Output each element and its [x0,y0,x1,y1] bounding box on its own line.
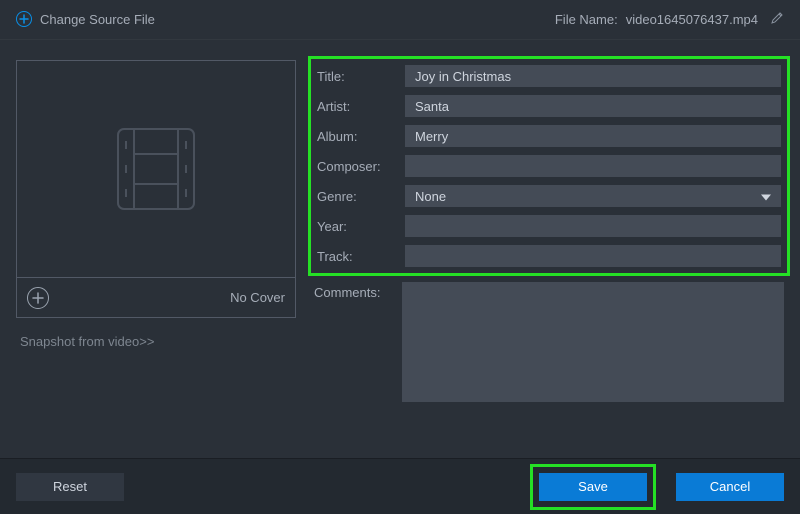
save-highlight: Save [530,464,656,510]
row-comments: Comments: [314,282,784,402]
year-label: Year: [317,219,395,234]
main-content: No Cover Snapshot from video>> Title: Ar… [0,40,800,402]
filename-value: video1645076437.mp4 [626,12,758,27]
plus-circle-icon [16,11,32,27]
album-input[interactable] [405,125,781,147]
change-source-label: Change Source File [40,12,155,27]
cover-actions: No Cover [16,278,296,318]
no-cover-label: No Cover [230,290,285,305]
cover-column: No Cover Snapshot from video>> [16,60,296,402]
composer-label: Composer: [317,159,395,174]
track-input[interactable] [405,245,781,267]
fields-highlight: Title: Artist: Album: Composer: Genre: [308,56,790,276]
genre-select-wrap[interactable] [405,185,781,207]
metadata-form: Title: Artist: Album: Composer: Genre: [314,60,784,402]
row-title: Title: [317,65,781,87]
filename-display: File Name: video1645076437.mp4 [555,11,784,28]
bottombar: Reset Save Cancel [0,458,800,514]
row-year: Year: [317,215,781,237]
genre-select[interactable] [405,185,781,207]
save-button[interactable]: Save [539,473,647,501]
cover-preview [16,60,296,278]
year-input[interactable] [405,215,781,237]
change-source-file[interactable]: Change Source File [16,12,155,27]
add-cover-button[interactable] [27,287,49,309]
album-label: Album: [317,129,395,144]
title-label: Title: [317,69,395,84]
cancel-button[interactable]: Cancel [676,473,784,501]
row-composer: Composer: [317,155,781,177]
artist-label: Artist: [317,99,395,114]
genre-label: Genre: [317,189,395,204]
row-artist: Artist: [317,95,781,117]
comments-label: Comments: [314,282,392,300]
row-track: Track: [317,245,781,267]
film-placeholder-icon [96,109,216,229]
row-album: Album: [317,125,781,147]
row-genre: Genre: [317,185,781,207]
filename-label: File Name: [555,12,618,27]
topbar: Change Source File File Name: video16450… [0,0,800,40]
snapshot-from-video-link[interactable]: Snapshot from video>> [16,334,296,349]
right-buttons: Save Cancel [530,464,784,510]
track-label: Track: [317,249,395,264]
reset-button[interactable]: Reset [16,473,124,501]
title-input[interactable] [405,65,781,87]
comments-input[interactable] [402,282,784,402]
artist-input[interactable] [405,95,781,117]
edit-filename-icon[interactable] [770,11,784,28]
composer-input[interactable] [405,155,781,177]
